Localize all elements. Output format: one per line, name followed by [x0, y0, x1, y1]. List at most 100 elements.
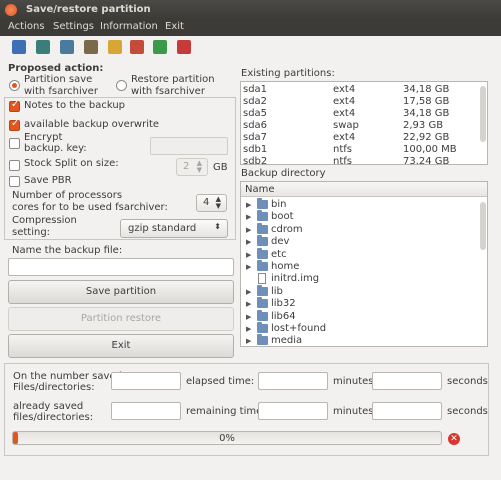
notes-label: Notes to the backup [24, 100, 126, 111]
split-size-value: 2 [183, 161, 190, 172]
tree-row[interactable]: ▶ cdrom [241, 222, 477, 236]
tree-row[interactable]: ▶ etc [241, 247, 477, 261]
menu-settings[interactable]: Settings [53, 21, 94, 32]
save-partition-button[interactable]: Save partition [8, 280, 234, 304]
files-count-field[interactable] [111, 372, 181, 390]
tree-header-name: Name [245, 184, 275, 195]
split-checkbox[interactable] [9, 160, 20, 171]
restore-radio-label-line1: Restore partition [131, 74, 215, 85]
elapsed-seconds-field[interactable] [372, 372, 442, 390]
directory-scrollbar[interactable] [480, 202, 486, 250]
tree-row[interactable]: ▶ lib32 [241, 297, 477, 310]
saved-count-field[interactable] [111, 402, 181, 420]
compression-label-line2: setting: [12, 227, 51, 238]
proposed-action-heading: Proposed action: [8, 63, 104, 74]
dropdown-arrows-icon: ⬍ [214, 222, 221, 231]
encrypt-label-line2: backup. key: [24, 143, 87, 154]
settings-icon[interactable] [84, 40, 98, 54]
folder-icon [257, 297, 268, 309]
disk-icon[interactable] [60, 40, 74, 54]
save-icon[interactable] [12, 40, 26, 54]
export-icon[interactable] [108, 40, 122, 54]
cores-value: 4 [203, 197, 210, 208]
help-icon[interactable] [177, 40, 191, 54]
notes-checkbox[interactable] [9, 99, 20, 112]
pbr-checkbox[interactable] [9, 176, 20, 187]
partition-row[interactable]: sda7 ext4 22,92 GB [241, 132, 476, 144]
elapsed-minutes-unit: minutes [333, 376, 374, 387]
tree-item-name: boot [271, 211, 294, 223]
elapsed-minutes-field[interactable] [258, 372, 328, 390]
tree-item-name: etc [271, 248, 287, 260]
import-icon[interactable] [130, 40, 144, 54]
tree-row[interactable]: ▶ dev [241, 235, 477, 248]
partition-name: sda5 [243, 108, 268, 119]
partition-row[interactable]: sdb1 ntfs 100,00 MB [241, 144, 476, 156]
spinner-arrows-icon: ▲ ▼ [215, 195, 221, 210]
expand-arrow-icon[interactable]: ▶ [246, 251, 251, 259]
partition-row[interactable]: sdb2 ntfs 73.24 GB [241, 156, 476, 165]
split-size-spinner[interactable]: 2 ▲ ▼ [176, 158, 208, 176]
file-icon [258, 273, 266, 285]
partitions-scrollbar[interactable] [480, 86, 486, 142]
tree-row[interactable]: ▶ media [241, 334, 477, 347]
restore-radio[interactable] [116, 80, 127, 91]
tree-row[interactable]: ▶ boot [241, 210, 477, 223]
directory-tree[interactable]: Name ▶ bin ▶ boot ▶ cdrom ▶ dev ▶ etc ▶ home initrd.… [240, 181, 488, 347]
progress-text: 0% [219, 433, 235, 444]
tree-row[interactable]: ▶ home [241, 260, 477, 273]
expand-arrow-icon[interactable]: ▶ [246, 337, 251, 345]
expand-arrow-icon[interactable]: ▶ [246, 325, 251, 333]
partition-row[interactable]: sda1 ext4 34,18 GB [241, 84, 476, 96]
cancel-stop-icon[interactable]: ✕ [448, 433, 460, 445]
menu-information[interactable]: Information [100, 21, 158, 32]
tree-row[interactable]: ▶ lost+found [241, 322, 477, 335]
partition-row[interactable]: sda2 ext4 17,58 GB [241, 96, 476, 108]
tree-row[interactable]: ▶ bin [241, 198, 477, 211]
compression-select[interactable]: gzip standard ⬍ [120, 219, 228, 238]
partition-fs: ntfs [333, 156, 352, 165]
partition-row[interactable]: sda6 swap 2,93 GB [241, 120, 476, 132]
folder-icon [257, 247, 268, 259]
exit-button[interactable]: Exit [8, 334, 234, 358]
folder-icon [257, 198, 268, 209]
expand-arrow-icon[interactable]: ▶ [246, 313, 251, 321]
expand-arrow-icon[interactable]: ▶ [246, 288, 251, 296]
partition-row[interactable]: sda5 ext4 34,18 GB [241, 108, 476, 120]
window-close-button[interactable] [5, 4, 17, 16]
tree-row[interactable]: ▶ lib [241, 284, 477, 298]
menu-actions[interactable]: Actions [8, 21, 45, 32]
tree-row[interactable]: initrd.img [241, 273, 477, 285]
refresh-icon[interactable] [153, 40, 167, 54]
cores-spinner[interactable]: 4 ▲ ▼ [196, 194, 227, 212]
remaining-minutes-field[interactable] [258, 402, 328, 420]
expand-arrow-icon[interactable]: ▶ [246, 300, 251, 308]
folder-icon [257, 322, 268, 333]
partition-size: 22,92 GB [403, 132, 450, 143]
partition-name: sda1 [243, 84, 268, 95]
network-icon[interactable] [36, 40, 50, 54]
folder-icon [257, 222, 268, 234]
expand-arrow-icon[interactable]: ▶ [246, 238, 251, 246]
backup-name-input[interactable] [8, 258, 234, 276]
menu-exit[interactable]: Exit [165, 21, 184, 32]
tree-item-name: media [271, 335, 303, 347]
cores-label-line1: Number of processors [12, 190, 123, 201]
encrypt-checkbox[interactable] [9, 138, 20, 149]
partition-restore-button[interactable]: Partition restore [8, 307, 234, 331]
expand-arrow-icon[interactable]: ▶ [246, 201, 251, 209]
expand-arrow-icon[interactable]: ▶ [246, 263, 251, 271]
partitions-list[interactable]: sda1 ext4 34,18 GB sda2 ext4 17,58 GB sda5 ext4… [240, 81, 488, 165]
expand-arrow-icon[interactable]: ▶ [246, 226, 251, 234]
folder-icon [257, 235, 268, 247]
tree-header[interactable]: Name [241, 182, 487, 197]
partition-fs: ext4 [333, 132, 356, 143]
remaining-seconds-field[interactable] [372, 402, 442, 420]
tree-row[interactable]: ▶ lib64 [241, 309, 477, 323]
encryption-key-field[interactable] [150, 137, 228, 155]
partition-fs: ext4 [333, 108, 356, 119]
remaining-time-label: remaining time: [186, 406, 266, 417]
overwrite-checkbox[interactable] [9, 118, 20, 131]
save-radio[interactable] [9, 80, 20, 91]
expand-arrow-icon[interactable]: ▶ [246, 213, 251, 221]
